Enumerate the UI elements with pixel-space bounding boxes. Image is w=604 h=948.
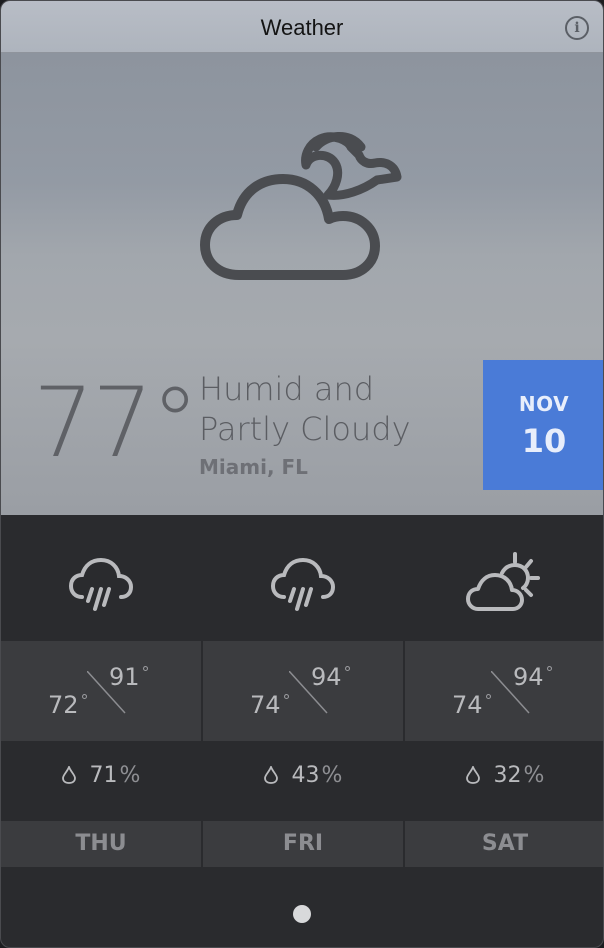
precip-chance: 71%	[1, 763, 201, 788]
location-text: Miami, FL	[199, 455, 308, 479]
page-indicator-dot[interactable]	[293, 905, 311, 923]
high-temp: 94 °	[311, 663, 352, 691]
window-title: Weather	[260, 15, 344, 40]
temp-range: 94 ° 74 °	[203, 641, 403, 741]
current-conditions: 77° Humid and Partly Cloudy Miami, FL NO…	[1, 53, 603, 515]
low-temp: 74 °	[250, 691, 291, 719]
info-icon[interactable]: i	[565, 16, 589, 40]
forecast-day-fri: 94 ° 74 ° 43% FRI	[203, 515, 403, 869]
raindrop-icon	[465, 766, 480, 784]
forecast-day-thu: 91 ° 72 ° 71% THU	[1, 515, 201, 869]
precip-chance: 43%	[203, 763, 403, 788]
precip-chance: 32%	[405, 763, 603, 788]
day-label: FRI	[203, 821, 403, 867]
low-temp: 72 °	[48, 691, 89, 719]
partly-cloudy-day-icon	[466, 552, 540, 611]
partly-cloudy-night-icon	[200, 132, 402, 280]
temp-range: 94 ° 74 °	[405, 641, 603, 741]
day-label: THU	[1, 821, 201, 867]
forecast-day-sat: 94 ° 74 ° 32% SAT	[405, 515, 603, 869]
date-day: 10	[521, 422, 567, 460]
rain-icon	[68, 557, 134, 611]
title-bar[interactable]: Weather i	[1, 1, 603, 53]
high-temp: 94 °	[513, 663, 554, 691]
forecast-panel: 91 ° 72 ° 71% THU 94 ° 74 ° 43% FRI 94 °…	[1, 515, 603, 869]
low-temp: 74 °	[452, 691, 493, 719]
current-temperature: 77°	[33, 367, 199, 479]
weather-window: Weather i 77° Humid and Partly Cloudy Mi…	[0, 0, 604, 948]
temp-range: 91 ° 72 °	[1, 641, 201, 741]
rain-icon	[270, 557, 336, 611]
condition-text: Humid and Partly Cloudy	[199, 370, 411, 448]
raindrop-icon	[263, 766, 278, 784]
high-temp: 91 °	[109, 663, 150, 691]
date-month: NOV	[518, 392, 570, 416]
raindrop-icon	[61, 766, 76, 784]
date-badge: NOV 10	[483, 360, 603, 490]
day-label: SAT	[405, 821, 603, 867]
